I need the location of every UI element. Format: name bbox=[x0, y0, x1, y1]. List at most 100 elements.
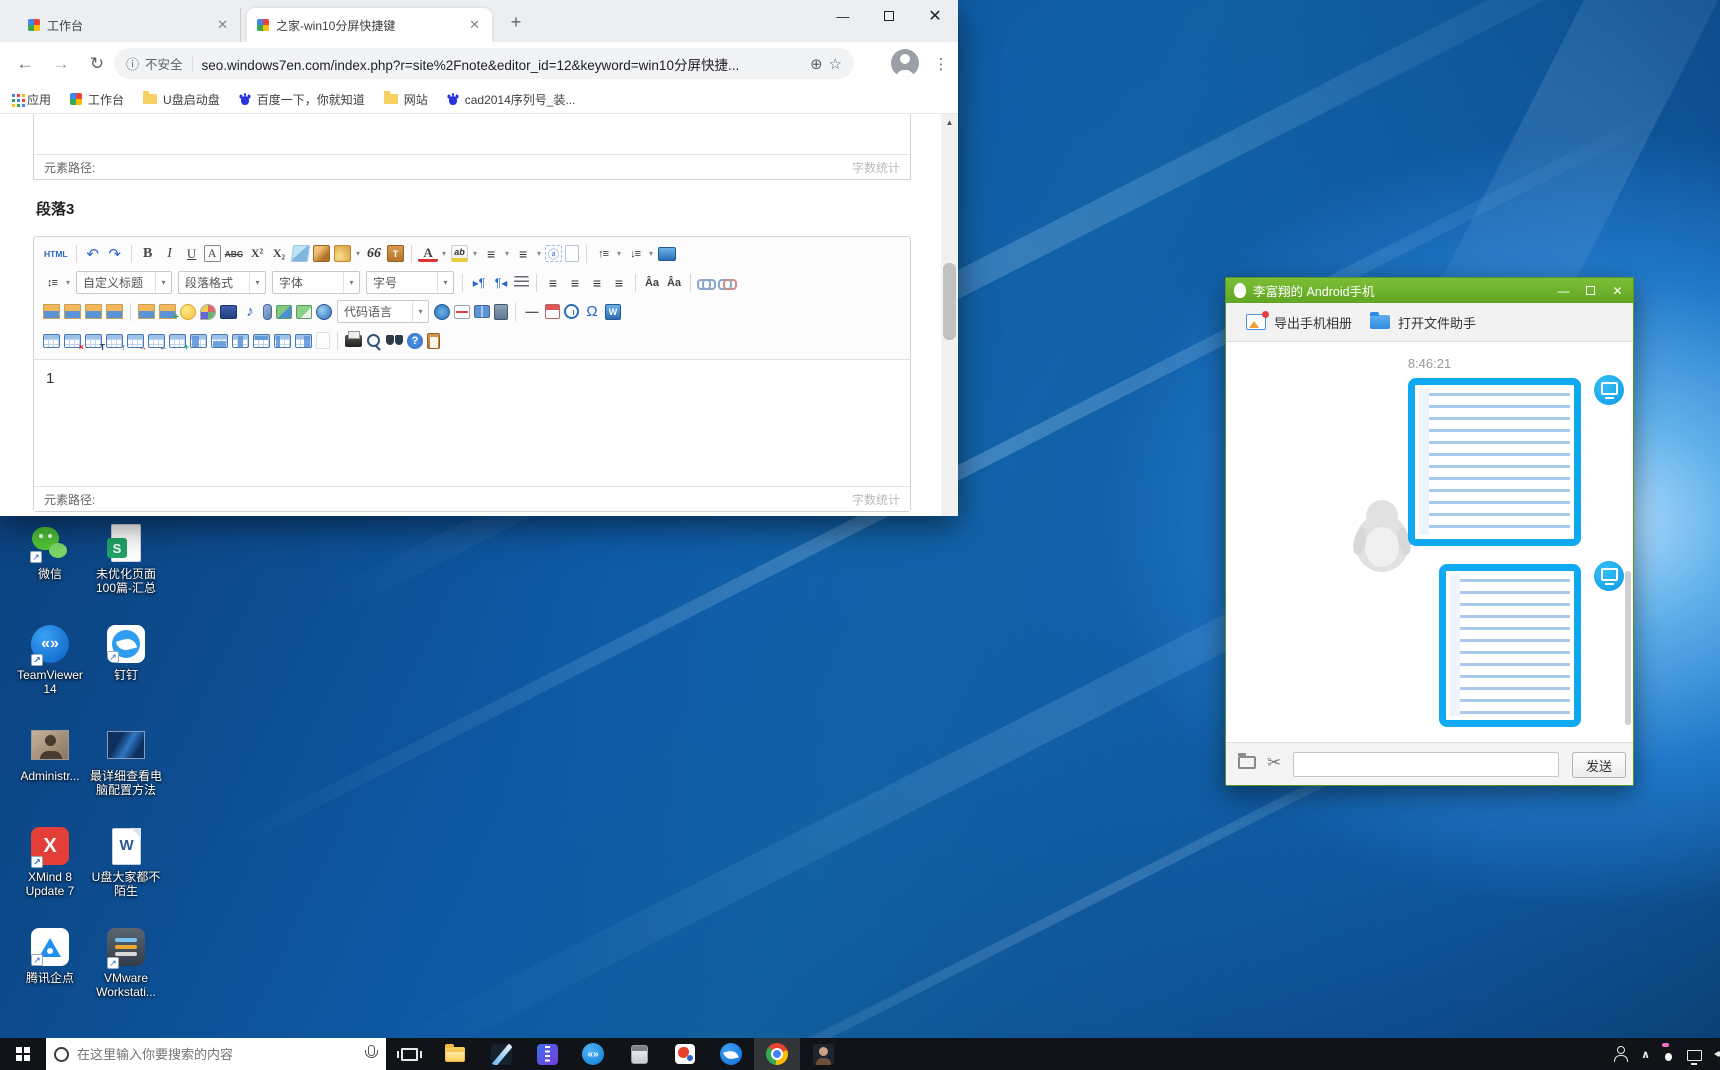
table-style5-icon[interactable] bbox=[274, 334, 291, 348]
blockquote-icon[interactable]: 66 bbox=[364, 243, 384, 264]
people-icon[interactable] bbox=[1613, 1046, 1629, 1062]
table-title-icon[interactable] bbox=[85, 334, 102, 348]
taskbar-avatar-app[interactable] bbox=[800, 1038, 846, 1070]
zoom-icon[interactable]: ⊕ bbox=[810, 55, 823, 73]
dropdown-caret-icon[interactable]: ▾ bbox=[437, 272, 453, 293]
scrollbar-thumb[interactable] bbox=[943, 263, 956, 340]
preview-icon[interactable] bbox=[366, 333, 382, 349]
dropdown-caret-icon[interactable]: ▾ bbox=[412, 301, 428, 322]
paste-text-icon[interactable]: T bbox=[387, 245, 404, 262]
desktop-icon-administrator[interactable]: Administr... bbox=[12, 723, 88, 824]
dropdown-caret-icon[interactable]: ▾ bbox=[343, 272, 359, 293]
font-color-icon[interactable]: A bbox=[418, 245, 438, 262]
scroll-up-icon[interactable]: ▲ bbox=[941, 114, 958, 130]
music-icon[interactable]: ♪ bbox=[240, 301, 260, 322]
browser-menu-icon[interactable]: ⋮ bbox=[928, 42, 954, 85]
special-chars-icon[interactable]: Ω bbox=[582, 301, 602, 322]
baidu-map-icon[interactable] bbox=[296, 305, 312, 319]
close-button[interactable]: ✕ bbox=[912, 0, 958, 32]
anchor-icon[interactable]: ⓐ bbox=[545, 245, 562, 262]
insert-title-row-icon[interactable] bbox=[106, 334, 123, 348]
computer-avatar-icon[interactable] bbox=[1594, 375, 1624, 405]
dropdown-caret-icon[interactable]: ▾ bbox=[502, 249, 512, 258]
font-family-select[interactable]: 字体▾ bbox=[272, 271, 360, 294]
find-replace-icon[interactable] bbox=[386, 332, 403, 349]
word-count-button[interactable]: 字数统计 bbox=[852, 491, 900, 508]
line-height-icon[interactable]: ↕≡ bbox=[42, 272, 62, 293]
page-break-icon[interactable] bbox=[454, 305, 470, 319]
strikethrough-icon[interactable]: ABC bbox=[223, 243, 245, 264]
fullscreen-icon[interactable] bbox=[658, 247, 676, 261]
image-float-right-icon[interactable] bbox=[85, 304, 102, 319]
dropdown-caret-icon[interactable]: ▾ bbox=[249, 272, 265, 293]
bookmark-udisk[interactable]: U盘启动盘 bbox=[143, 91, 220, 108]
superscript-icon[interactable]: X² bbox=[247, 243, 267, 264]
taskbar-teamviewer[interactable]: «» bbox=[570, 1038, 616, 1070]
bookmark-star-icon[interactable]: ☆ bbox=[829, 55, 842, 73]
bullet-list-icon[interactable]: ≡ bbox=[513, 243, 533, 264]
taskbar-chrome-active[interactable] bbox=[754, 1038, 800, 1070]
columns-icon[interactable] bbox=[474, 305, 490, 318]
paragraph-format-select[interactable]: 段落格式▾ bbox=[178, 271, 266, 294]
taskbar-utility-app[interactable] bbox=[616, 1038, 662, 1070]
maximize-button[interactable] bbox=[1577, 278, 1604, 303]
dropdown-caret-icon[interactable]: ▾ bbox=[534, 249, 544, 258]
table-style1-icon[interactable] bbox=[190, 334, 207, 348]
bookmark-baidu[interactable]: 百度一下，你就知道 bbox=[239, 91, 365, 108]
undo-icon[interactable]: ↶ bbox=[83, 243, 103, 264]
screenshot-icon[interactable] bbox=[494, 304, 508, 320]
blank-page-icon[interactable] bbox=[565, 245, 579, 262]
align-justify-icon[interactable]: ≡ bbox=[609, 272, 629, 293]
ordered-list-icon[interactable]: ≡ bbox=[481, 243, 501, 264]
network-icon[interactable] bbox=[1687, 1050, 1702, 1061]
chat-scrollbar-thumb[interactable] bbox=[1625, 571, 1631, 725]
close-button[interactable]: ✕ bbox=[1604, 278, 1631, 303]
open-file-assistant-button[interactable]: 打开文件助手 bbox=[1370, 313, 1476, 332]
table-style6-icon[interactable] bbox=[295, 334, 312, 348]
forward-icon[interactable]: → bbox=[44, 42, 78, 85]
word-count-button[interactable]: 字数统计 bbox=[852, 159, 900, 176]
taskbar-dingtalk[interactable] bbox=[708, 1038, 754, 1070]
insert-image-icon[interactable] bbox=[138, 304, 155, 319]
desktop-icon-udisk-doc[interactable]: U盘大家都不 陌生 bbox=[88, 824, 164, 925]
computer-avatar-icon[interactable] bbox=[1594, 561, 1624, 591]
minimize-button[interactable]: — bbox=[1550, 278, 1577, 303]
info-icon[interactable]: ⓘ bbox=[126, 54, 139, 73]
qq-titlebar[interactable]: 李富翔的 Android手机 — ✕ bbox=[1226, 278, 1633, 303]
time-icon[interactable] bbox=[564, 304, 579, 319]
html-source-icon[interactable]: HTML bbox=[42, 243, 70, 264]
link-icon[interactable] bbox=[698, 274, 715, 291]
date-icon[interactable] bbox=[545, 304, 560, 319]
bookmark-website[interactable]: 网站 bbox=[384, 91, 428, 108]
insert-table-icon[interactable] bbox=[43, 334, 60, 348]
tab-close-icon[interactable]: ✕ bbox=[215, 17, 230, 33]
send-button[interactable]: 发送 bbox=[1572, 752, 1626, 778]
microphone-icon[interactable] bbox=[364, 1045, 378, 1063]
redo-icon[interactable]: ↷ bbox=[105, 243, 125, 264]
table-style3-icon[interactable] bbox=[232, 334, 249, 348]
insert-col-icon[interactable] bbox=[148, 334, 165, 348]
doc-faded-icon[interactable] bbox=[316, 332, 330, 349]
iframe-icon[interactable] bbox=[316, 304, 332, 320]
volume-icon[interactable] bbox=[1714, 1047, 1720, 1061]
back-icon[interactable]: ← bbox=[8, 42, 42, 85]
eraser-icon[interactable] bbox=[291, 245, 310, 262]
sent-image-message[interactable] bbox=[1408, 378, 1581, 546]
help-icon[interactable]: ? bbox=[407, 333, 423, 349]
dropdown-caret-icon[interactable]: ▾ bbox=[63, 278, 73, 287]
code-language-select[interactable]: 代码语言▾ bbox=[337, 300, 429, 323]
align-left-icon[interactable]: ≡ bbox=[543, 272, 563, 293]
dropdown-caret-icon[interactable]: ▾ bbox=[646, 249, 656, 258]
format-brush-icon[interactable] bbox=[313, 245, 330, 262]
image-center-icon[interactable] bbox=[106, 304, 123, 319]
maximize-button[interactable] bbox=[866, 0, 912, 32]
autotypeset-icon[interactable]: A bbox=[204, 245, 221, 262]
url-text[interactable]: seo.windows7en.com/index.php?r=site%2Fno… bbox=[202, 54, 804, 74]
new-tab-button[interactable]: + bbox=[504, 10, 528, 34]
custom-title-select[interactable]: 自定义标题▾ bbox=[76, 271, 172, 294]
table-style4-icon[interactable] bbox=[253, 334, 270, 348]
bold-icon[interactable]: B bbox=[138, 243, 158, 264]
desktop-icon-wechat[interactable]: ↗ 微信 bbox=[12, 521, 88, 622]
upload-image-icon[interactable] bbox=[159, 304, 176, 319]
table-style2-icon[interactable] bbox=[211, 334, 228, 348]
